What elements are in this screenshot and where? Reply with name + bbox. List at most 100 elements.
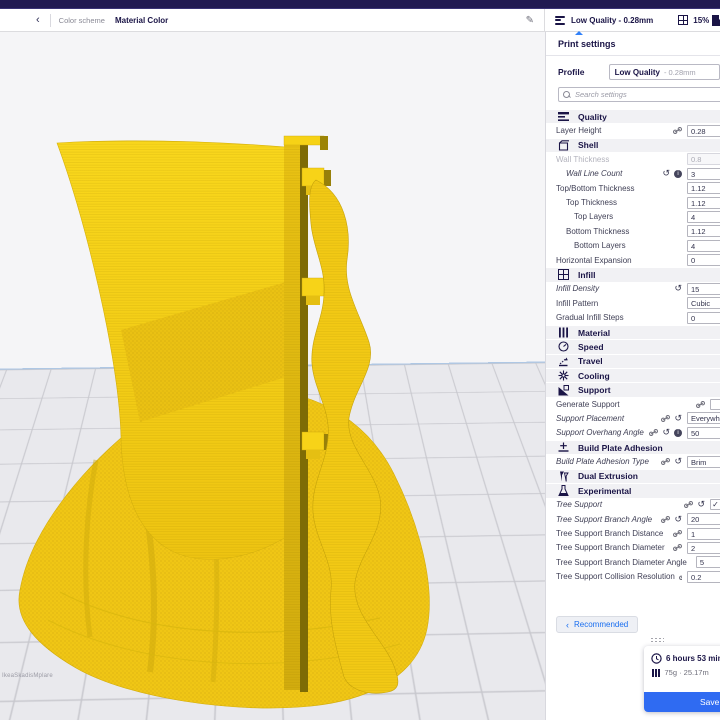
dual-extrusion-icon bbox=[560, 471, 569, 482]
setting-top-bottom-thickness[interactable]: Top/Bottom Thickness 1.12 bbox=[546, 181, 720, 195]
value-box[interactable]: 0.28 bbox=[687, 124, 720, 137]
section-material[interactable]: Material bbox=[546, 324, 720, 340]
view-header: ‹ Color scheme Material Color ✎ Low Qual… bbox=[0, 9, 720, 32]
section-infill[interactable]: Infill bbox=[546, 267, 720, 282]
value-box[interactable]: 20 bbox=[687, 513, 720, 526]
setting-bottom-layers[interactable]: Bottom Layers 4 bbox=[546, 239, 720, 253]
setting-build-plate-adhesion-type[interactable]: Build Plate Adhesion Type ↺ Brim bbox=[546, 454, 720, 468]
setting-top-thickness[interactable]: Top Thickness 1.12 bbox=[546, 195, 720, 209]
setting-label: Generate Support bbox=[556, 399, 620, 409]
section-travel[interactable]: Travel bbox=[546, 353, 720, 369]
value-box[interactable]: 4 bbox=[687, 239, 720, 252]
save-button[interactable]: Save bbox=[644, 692, 720, 712]
setting-tree-support-branch-diameter-angle[interactable]: Tree Support Branch Diameter Angle 5 bbox=[546, 555, 720, 569]
travel-icon bbox=[559, 357, 568, 367]
value-box[interactable]: 1.12 bbox=[687, 196, 720, 209]
search-settings-input[interactable]: Search settings bbox=[558, 87, 720, 102]
reset-icon[interactable]: ↺ bbox=[662, 169, 670, 178]
setting-horizontal-expansion[interactable]: Horizontal Expansion 0 bbox=[546, 253, 720, 267]
info-icon[interactable]: i bbox=[674, 169, 682, 178]
setting-label: Wall Line Count bbox=[566, 169, 623, 179]
section-experimental[interactable]: Experimental bbox=[546, 483, 720, 498]
section-speed[interactable]: Speed bbox=[546, 339, 720, 354]
3d-viewport[interactable]: IkeaSkadisMplare bbox=[0, 32, 545, 720]
profile-dropdown-suffix: - 0.28mm bbox=[663, 67, 696, 77]
reset-icon[interactable]: ↺ bbox=[674, 284, 682, 293]
sliced-model[interactable] bbox=[0, 32, 545, 720]
setting-layer-height[interactable]: Layer Height 0.28 bbox=[546, 123, 720, 137]
panel-drag-handle[interactable] bbox=[650, 637, 664, 642]
link-icon[interactable] bbox=[661, 414, 671, 422]
setting-infill-pattern[interactable]: Infill Pattern Cubic bbox=[546, 296, 720, 310]
link-icon[interactable] bbox=[661, 458, 671, 466]
link-icon[interactable] bbox=[661, 515, 671, 523]
setting-tree-support-collision-resolution[interactable]: Tree Support Collision Resolution 0.2 bbox=[546, 570, 720, 584]
setting-support-placement[interactable]: Support Placement ↺ Everywhere bbox=[546, 411, 720, 425]
setting-label: Bottom Layers bbox=[574, 241, 626, 251]
experimental-flask-icon bbox=[558, 485, 569, 497]
setting-label: Bottom Thickness bbox=[566, 226, 630, 236]
checkbox[interactable] bbox=[710, 398, 720, 410]
edit-pencil-icon[interactable]: ✎ bbox=[526, 15, 534, 26]
reset-icon[interactable]: ↺ bbox=[674, 413, 682, 423]
value-dropdown[interactable]: Cubic bbox=[687, 297, 720, 310]
link-icon[interactable] bbox=[673, 530, 682, 538]
value-box[interactable]: 2 bbox=[687, 541, 720, 554]
speed-icon bbox=[558, 341, 569, 352]
value-box[interactable]: 1 bbox=[687, 527, 720, 540]
section-build-plate-adhesion[interactable]: Build Plate Adhesion bbox=[546, 439, 720, 455]
setting-tree-support-branch-diameter[interactable]: Tree Support Branch Diameter 2 bbox=[546, 541, 720, 555]
link-icon[interactable] bbox=[684, 501, 694, 509]
link-icon[interactable] bbox=[673, 544, 682, 552]
info-icon[interactable]: i bbox=[674, 428, 682, 437]
value-dropdown[interactable]: Brim bbox=[687, 455, 720, 468]
reset-icon[interactable]: ↺ bbox=[674, 514, 682, 524]
profile-dropdown-value: Low Quality bbox=[614, 67, 660, 77]
setting-gradual-infill-steps[interactable]: Gradual Infill Steps 0 bbox=[546, 310, 720, 324]
quality-icon bbox=[558, 112, 569, 122]
value-box[interactable]: 3 bbox=[687, 167, 720, 180]
value-box[interactable]: 15 bbox=[687, 282, 720, 295]
setting-tree-support-branch-distance[interactable]: Tree Support Branch Distance 1 bbox=[546, 526, 720, 540]
reset-icon[interactable]: ↺ bbox=[697, 500, 705, 509]
section-dual-extrusion[interactable]: Dual Extrusion bbox=[546, 468, 720, 484]
value-box[interactable]: 4 bbox=[687, 210, 720, 223]
clock-icon bbox=[651, 653, 662, 664]
setting-wall-line-count[interactable]: Wall Line Count ↺ i 3 bbox=[546, 167, 720, 181]
reset-icon[interactable]: ↺ bbox=[662, 428, 670, 437]
link-icon[interactable] bbox=[678, 573, 682, 581]
value-box[interactable]: 0 bbox=[687, 254, 720, 267]
value-box[interactable]: 0 bbox=[687, 311, 720, 324]
print-setup-summary-bar[interactable]: Low Quality - 0.28mm 15% bbox=[545, 9, 720, 31]
back-chevron-icon[interactable]: ‹ bbox=[36, 14, 40, 26]
setting-support-overhang-angle[interactable]: Support Overhang Angle ↺ i 50 bbox=[546, 426, 720, 440]
value-box[interactable]: 1.12 bbox=[687, 225, 720, 238]
value-box[interactable]: 50 bbox=[687, 426, 720, 439]
recommended-mode-button[interactable]: ‹ Recommended bbox=[556, 616, 639, 633]
profile-dropdown[interactable]: Low Quality - 0.28mm bbox=[608, 64, 720, 80]
link-icon[interactable] bbox=[673, 127, 682, 135]
value-dropdown[interactable]: Everywhere bbox=[687, 412, 720, 425]
value-box[interactable]: 0.2 bbox=[687, 570, 720, 583]
color-scheme-dropdown[interactable]: Material Color bbox=[115, 16, 168, 25]
section-quality[interactable]: Quality bbox=[546, 109, 720, 124]
setting-top-layers[interactable]: Top Layers 4 bbox=[546, 210, 720, 224]
setting-tree-support[interactable]: Tree Support ↺ ✓ bbox=[546, 498, 720, 512]
search-icon bbox=[563, 90, 571, 99]
value-box[interactable]: 5 bbox=[695, 556, 720, 569]
section-support[interactable]: Support bbox=[546, 382, 720, 397]
section-shell[interactable]: Shell bbox=[546, 137, 720, 153]
setting-tree-support-branch-angle[interactable]: Tree Support Branch Angle ↺ 20 bbox=[546, 512, 720, 526]
material-icon bbox=[559, 327, 568, 338]
setting-infill-density[interactable]: Infill Density ↺ 15 bbox=[546, 282, 720, 296]
link-icon[interactable] bbox=[649, 429, 659, 437]
value-box[interactable]: 1.12 bbox=[687, 182, 720, 195]
link-icon[interactable] bbox=[696, 400, 705, 408]
checkbox-checked[interactable]: ✓ bbox=[710, 499, 720, 511]
section-cooling[interactable]: Cooling bbox=[546, 368, 720, 383]
setting-wall-thickness[interactable]: Wall Thickness 0.8 bbox=[546, 152, 720, 166]
setting-generate-support[interactable]: Generate Support bbox=[546, 397, 720, 411]
reset-icon[interactable]: ↺ bbox=[674, 457, 682, 466]
material-estimate: 75g · 25.17m bbox=[664, 668, 709, 677]
setting-bottom-thickness[interactable]: Bottom Thickness 1.12 bbox=[546, 224, 720, 238]
